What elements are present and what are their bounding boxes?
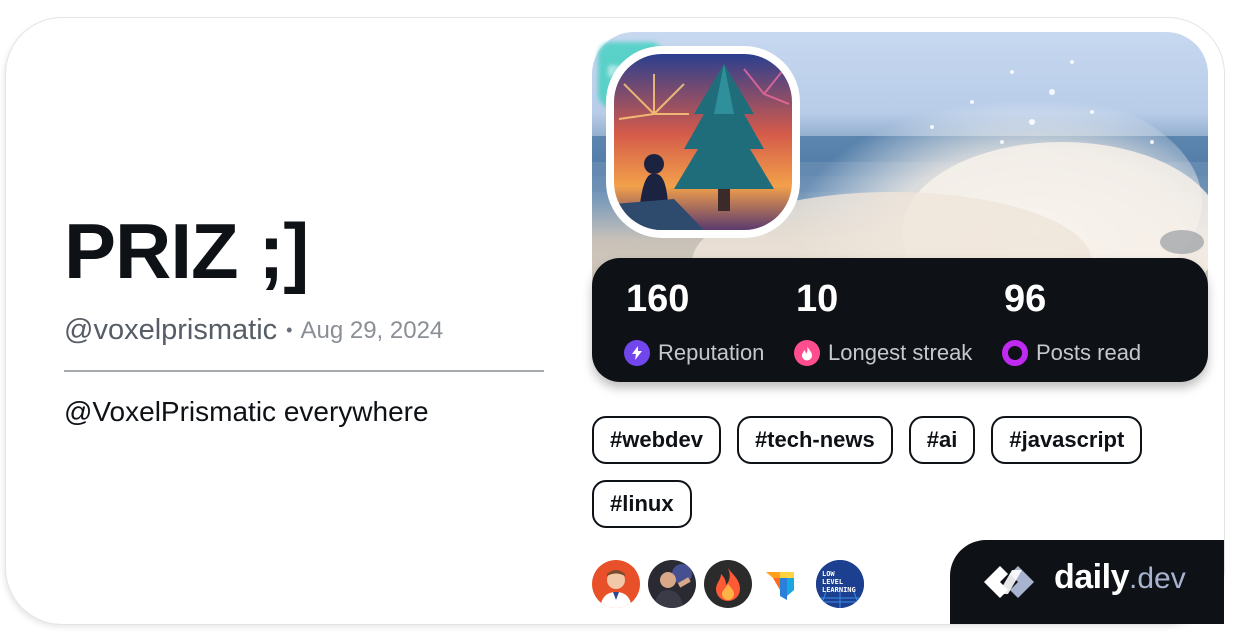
flame-logo-icon[interactable] [704, 560, 752, 608]
stat-label: Posts read [1036, 340, 1142, 365]
stat-label: Longest streak [828, 340, 973, 365]
stat-value: 160 [626, 278, 690, 320]
stat-value: 96 [1004, 278, 1047, 320]
brand-wordmark: daily.dev [1054, 558, 1186, 597]
stats-panel: 160 Reputation 10 Longest streak 96 Post… [592, 258, 1208, 382]
lightning-icon [624, 340, 650, 366]
person-avatar-icon[interactable] [648, 560, 696, 608]
low-level-learning-icon[interactable]: LOW LEVEL LEARNING [816, 560, 864, 608]
profile-handle[interactable]: @voxelprismatic [64, 314, 277, 347]
tag-webdev[interactable]: #webdev [592, 416, 721, 464]
tag-linux[interactable]: #linux [592, 480, 692, 528]
profile-name: PRIZ ;] [64, 207, 309, 295]
handle-row: @voxelprismatic • Aug 29, 2024 [64, 314, 443, 347]
tag-ai[interactable]: #ai [908, 416, 976, 464]
stat-longest-streak: 10 Longest streak [794, 280, 972, 366]
stat-value: 10 [796, 278, 839, 320]
tag-javascript[interactable]: #javascript [991, 416, 1143, 464]
avatar-image [614, 54, 792, 230]
sources-list: LOW LEVEL LEARNING [592, 560, 864, 608]
stat-label: Reputation [658, 340, 765, 365]
tags-list: #webdev #tech-news #ai #javascript #linu… [592, 416, 1192, 528]
profile-bio: @VoxelPrismatic everywhere [64, 396, 429, 427]
source-text: LOW LEVEL LEARNING [822, 570, 856, 594]
daily-dev-logo-icon [984, 566, 1034, 598]
person-avatar-icon[interactable] [592, 560, 640, 608]
daily-dev-brand[interactable]: daily.dev [950, 540, 1224, 624]
divider [64, 370, 544, 372]
separator-dot: • [286, 320, 293, 340]
stat-reputation: 160 Reputation [624, 280, 764, 366]
join-date: Aug 29, 2024 [300, 316, 444, 344]
profile-avatar[interactable] [606, 46, 800, 238]
flame-icon [794, 340, 820, 366]
stat-posts-read: 96 Posts read [1002, 280, 1141, 366]
brand-sub: .dev [1128, 562, 1186, 595]
brand-main: daily [1054, 558, 1129, 596]
geometric-logo-icon[interactable] [760, 560, 808, 608]
tag-tech-news[interactable]: #tech-news [736, 416, 893, 464]
ring-icon [1002, 340, 1028, 366]
